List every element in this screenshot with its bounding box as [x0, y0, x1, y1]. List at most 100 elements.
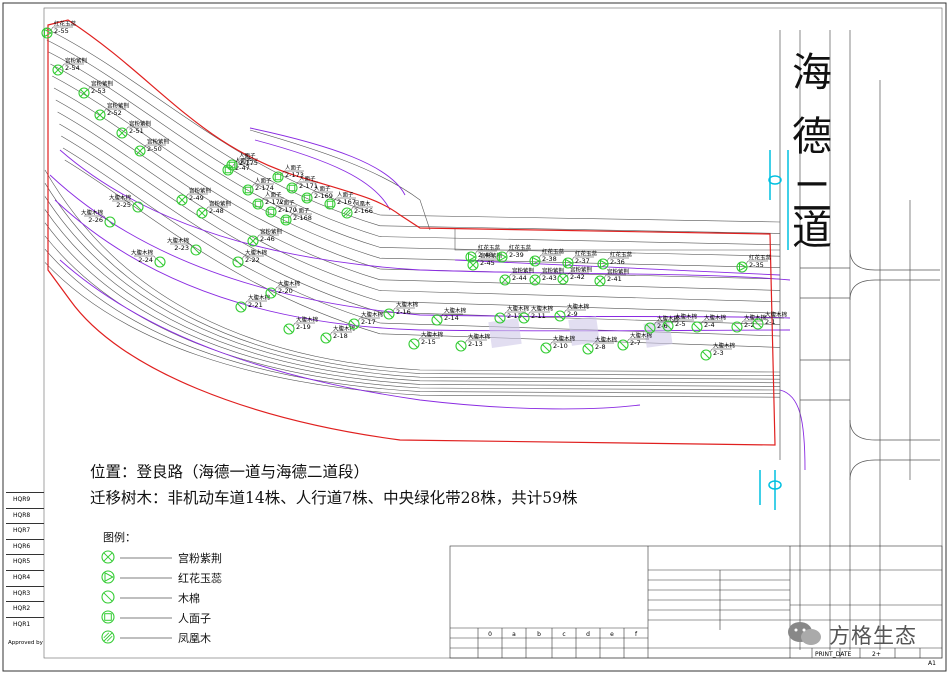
tree-code-label: 2-174: [255, 184, 274, 192]
tree-2-49: 宫粉紫荆2-49: [176, 187, 211, 206]
tree-code-label: 2-19: [296, 323, 311, 331]
revision-row: HQR7: [6, 523, 44, 537]
tree-2-39: 红花玉蕊2-39: [496, 244, 532, 263]
tree-code-label: 2-49: [189, 194, 204, 202]
tree-2-48: 宫粉紫荆2-48: [196, 200, 231, 219]
tree-code-label: 2-48: [209, 207, 224, 215]
tree-code-label: 2-25: [116, 201, 131, 209]
legend-label: 凤凰木: [178, 632, 211, 645]
tree-code-label: 2-9: [567, 310, 578, 318]
tree-2-50: 宫粉紫荆2-50: [134, 138, 169, 157]
tree-code-label: 2-40: [478, 251, 493, 259]
revision-row: HQR4: [6, 570, 44, 584]
legend-title: 图例：: [103, 531, 136, 544]
road-name-char-1: 海: [792, 50, 832, 96]
legend-symbol-icon: [101, 590, 172, 604]
project-boundary: [47, 19, 776, 446]
tree-2-44: 宫粉紫荆2-44: [499, 267, 534, 286]
drawing-sheet: 红花玉蕊 2-55 宫粉紫荆 2-54 宫粉紫荆 2-53 宫粉紫荆 2-52 宫粉紫荆 2-51…: [0, 0, 949, 674]
revision-column-label: e: [610, 631, 614, 638]
tree-code-label: 2-41: [607, 275, 622, 283]
revision-column-label: 0: [488, 631, 492, 638]
tree-2-54: 宫粉紫荆2-54: [52, 57, 87, 76]
tree-code-label: 2-54: [65, 64, 80, 72]
revision-row: HQR9: [6, 492, 44, 506]
tree-code-label: 2-24: [138, 256, 153, 264]
tree-code-label: 2-8: [595, 343, 606, 351]
tree-code-label: 2-21: [248, 301, 263, 309]
revision-column-label: f: [635, 631, 638, 638]
tree-2-3: 大腹木棉2-3: [700, 342, 736, 361]
watermark-text: 方格生态: [829, 624, 917, 648]
tree-2-2: 大腹木棉2-2: [731, 314, 767, 333]
revision-row: HQR2: [6, 601, 44, 615]
tree-2-36: 红花玉蕊2-36: [597, 251, 633, 270]
revision-row: HQR3: [6, 585, 44, 600]
tree-code-label: 2-18: [333, 332, 348, 340]
revision-row: HQR8: [6, 507, 44, 522]
revision-column-label: c: [562, 631, 565, 638]
road-name-char-4: 道: [792, 208, 832, 254]
tree-2-16: 大腹木棉2-16: [383, 301, 419, 320]
tree-code-label: 2-53: [91, 87, 106, 95]
tree-code-label: 2-175: [239, 159, 258, 167]
revision-column-label: d: [586, 631, 590, 638]
summary-text: 迁移树木：非机动车道14株、人行道7株、中央绿化带28株，共计59株: [90, 489, 578, 507]
tree-2-13: 大腹木棉2-13: [455, 333, 491, 352]
legend-label: 木棉: [178, 592, 200, 605]
revision-column-label: b: [537, 631, 541, 638]
legend-symbol-icon: [101, 630, 172, 644]
revision-row: HQR6: [6, 538, 44, 553]
tree-code-label: 2-15: [421, 338, 436, 346]
legend-item-3: 木棉: [98, 588, 298, 608]
tree-code-label: 2-3: [713, 349, 724, 357]
legend-item-2: 红花玉蕊: [98, 568, 298, 588]
road-markings: [488, 316, 673, 348]
tree-code-label: 2-16: [396, 308, 411, 316]
tree-code-label: 2-35: [749, 261, 764, 269]
tree-code-label: 2-37: [575, 257, 590, 265]
tree-code-label: 2-20: [278, 287, 293, 295]
tree-code-label: 2-45: [480, 259, 495, 267]
tree-code-label: 2-17: [361, 318, 376, 326]
tree-code-label: 2-5: [675, 320, 686, 328]
tree-code-label: 2-39: [509, 251, 524, 259]
legend-item-4: 人面子: [98, 608, 298, 628]
tree-code-label: 2-52: [107, 109, 122, 117]
tree-2-53: 宫粉紫荆2-53: [78, 80, 113, 99]
tree-layer: 红花玉蕊2-55宫粉紫荆2-54宫粉紫荆2-53宫粉紫荆2-52宫粉紫荆2-51…: [41, 20, 788, 361]
tree-code-label: 2-10: [553, 342, 568, 350]
tree-code-label: 2-50: [147, 145, 162, 153]
tree-2-20: 大腹木棉2-20: [265, 280, 301, 299]
legend-item-5: 凤凰木: [98, 628, 298, 648]
tree-2-46: 宫粉紫荆2-46: [247, 228, 282, 247]
watermark: 方格生态: [785, 618, 945, 648]
tree-2-35: 红花玉蕊2-35: [736, 254, 772, 273]
legend-label: 红花玉蕊: [178, 572, 222, 585]
tree-2-24: 大腹木棉2-24: [131, 249, 166, 268]
tree-code-label: 2-26: [88, 216, 103, 224]
tree-code-label: 2-6: [657, 322, 668, 330]
tree-code-label: 2-51: [129, 127, 144, 135]
tree-code-label: 2-44: [512, 274, 527, 282]
legend-symbol-icon: [101, 610, 172, 624]
tree-2-37: 红花玉蕊2-37: [562, 250, 598, 269]
legend-label: 宫粉紫荆: [178, 552, 222, 565]
tree-2-41: 宫粉紫荆2-41: [594, 268, 629, 287]
location-text: 位置：登良路（海德一道与海德二道段）: [90, 463, 370, 481]
tree-code-label: 2-11: [531, 312, 546, 320]
tree-code-label: 2-166: [354, 207, 373, 215]
tree-2-26: 大腹木棉2-26: [81, 209, 116, 228]
tree-code-label: 2-14: [444, 314, 459, 322]
tree-2-10: 大腹木棉2-10: [540, 335, 576, 354]
tree-code-label: 2-36: [610, 258, 625, 266]
tree-code-label: 2-168: [293, 214, 312, 222]
revision-columns: 0 a b c d e f: [488, 631, 638, 638]
tree-code-label: 2-1: [765, 318, 776, 326]
print-date: PRINT_DATE: [815, 651, 852, 658]
tree-2-19: 大腹木棉2-19: [283, 316, 319, 335]
tree-code-label: 2-22: [245, 256, 260, 264]
legend-item-1: 宫粉紫荆: [98, 548, 298, 568]
tree-code-label: 2-43: [542, 274, 557, 282]
legend-symbol-icon: [101, 570, 172, 584]
